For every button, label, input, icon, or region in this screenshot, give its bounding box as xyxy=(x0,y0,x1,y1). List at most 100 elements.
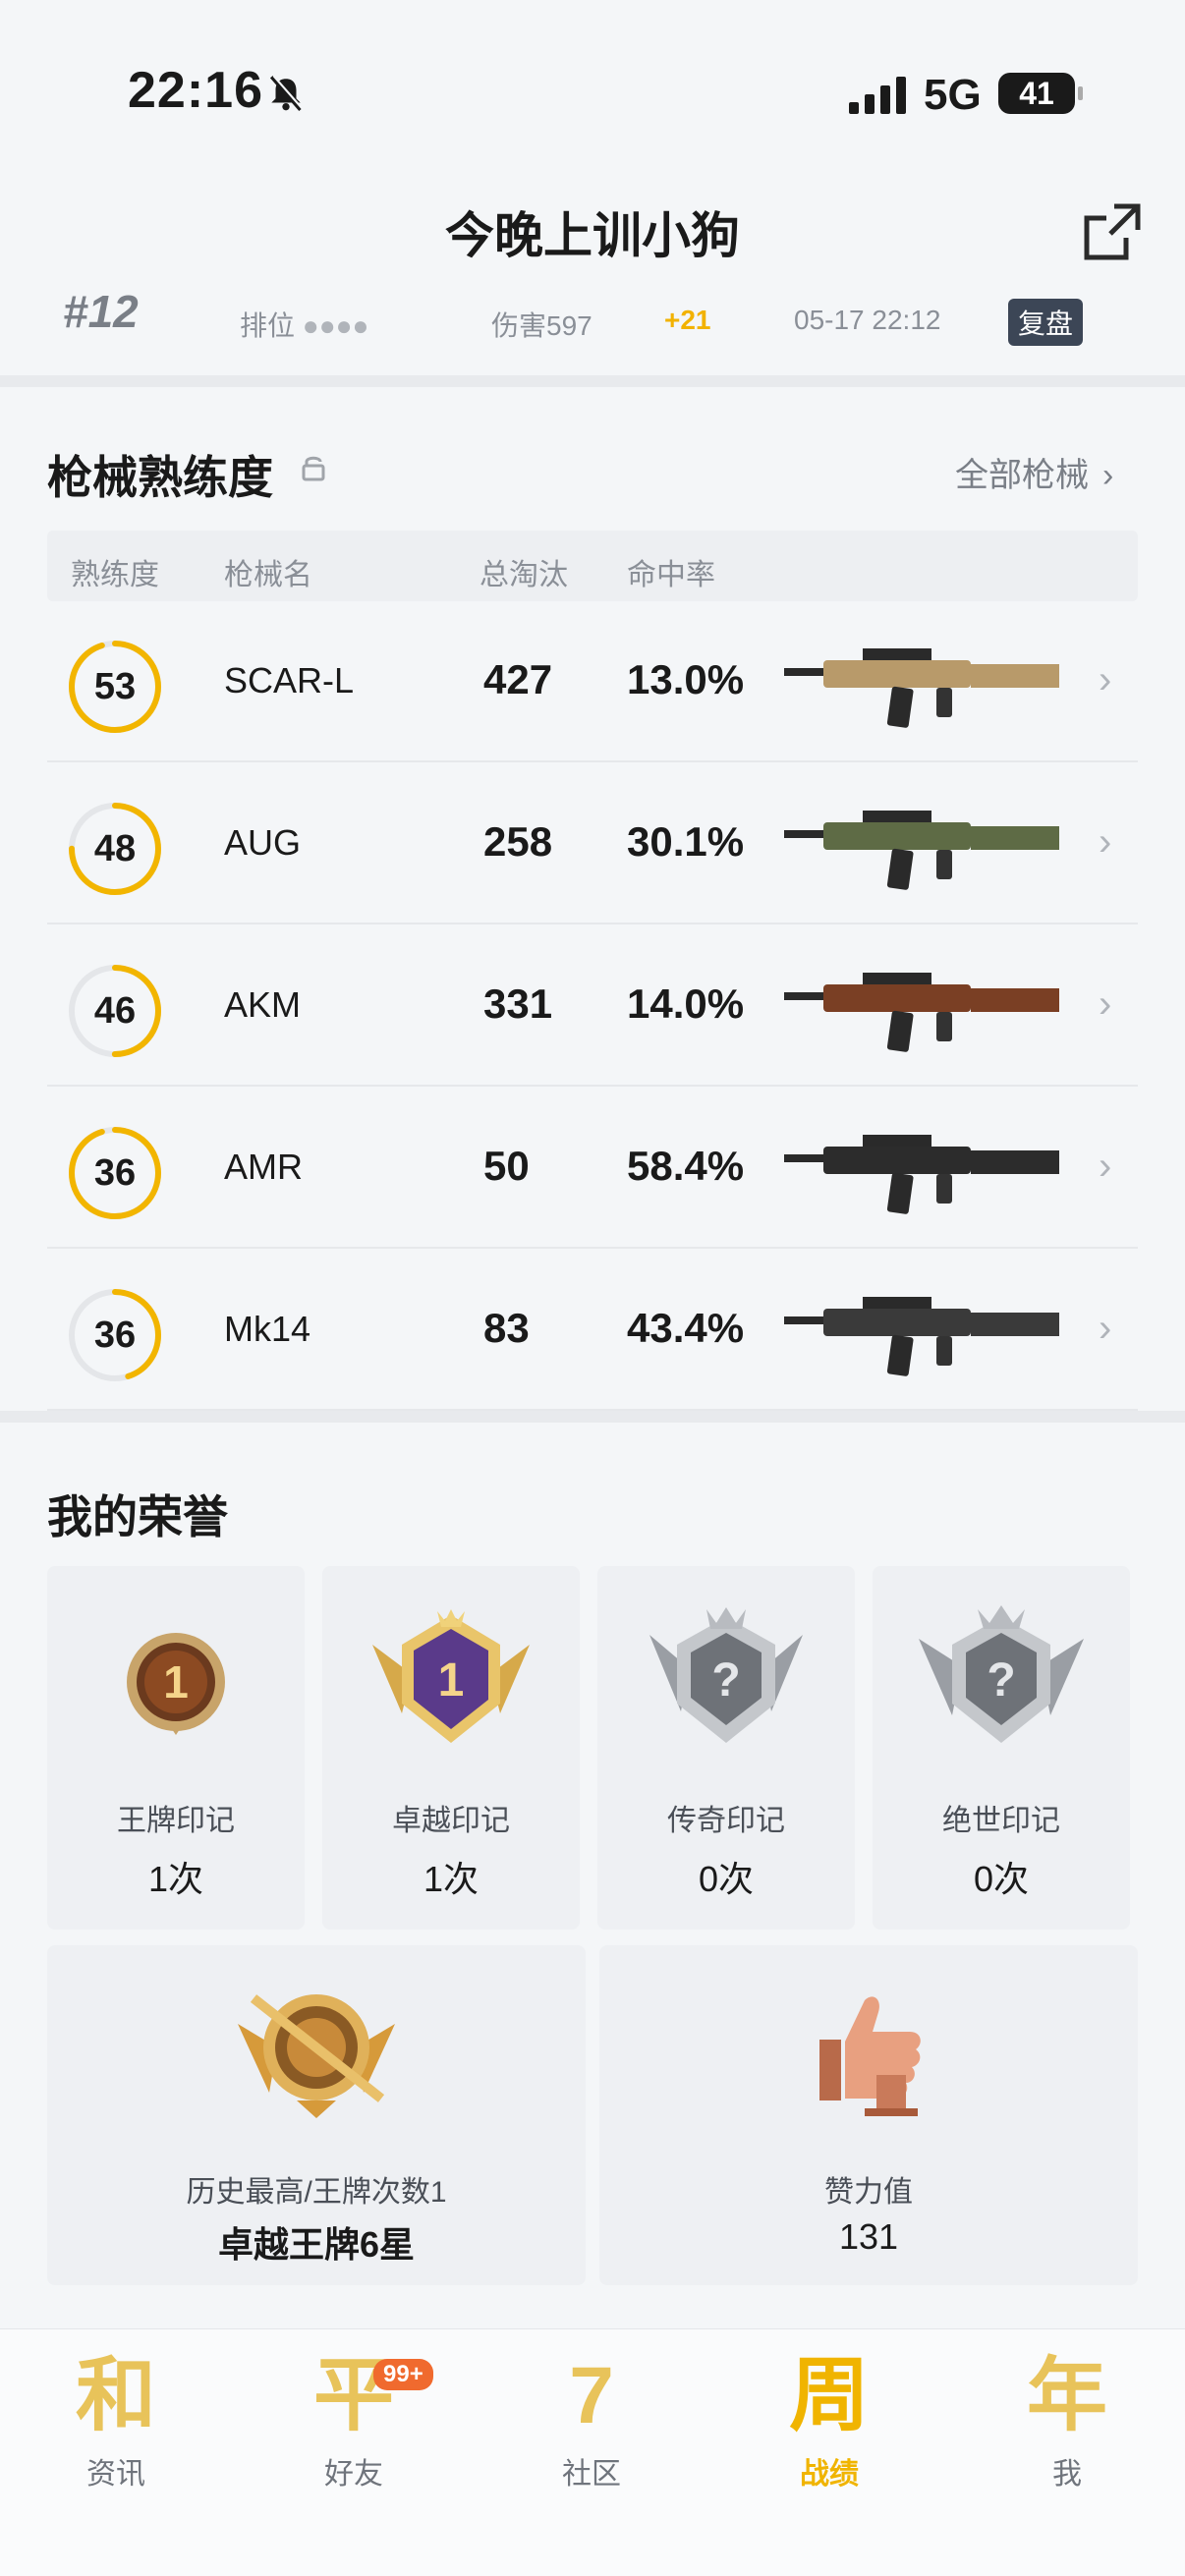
honor-value: 0次 xyxy=(698,1859,755,1899)
honor-card-excellence[interactable]: 1 卓越印记 1次 xyxy=(322,1566,580,1930)
thumbs-up-icon xyxy=(819,1996,921,2116)
tab-news[interactable]: 和 资讯 xyxy=(37,2349,195,2492)
chevron-right-icon: › xyxy=(1099,982,1112,1026)
honor-value: 0次 xyxy=(973,1859,1030,1899)
proficiency-level: 53 xyxy=(93,666,137,707)
friends-badge: 99+ xyxy=(373,2359,433,2390)
chevron-right-icon: › xyxy=(1102,457,1114,494)
weapon-accuracy: 13.0% xyxy=(627,656,745,702)
all-weapons-link[interactable]: 全部枪械 › xyxy=(955,448,1113,496)
honor-card-legend[interactable]: ? 传奇印记 0次 xyxy=(597,1566,855,1930)
weapon-image xyxy=(784,1135,1059,1214)
weapon-kills: 331 xyxy=(483,980,553,1027)
weapon-kills: 50 xyxy=(483,1143,530,1189)
status-time: 22:16 xyxy=(128,62,263,119)
weapons-section-title: 枪械熟练度 xyxy=(47,452,273,503)
page-title: 今晚上训小狗 xyxy=(445,208,740,263)
weapon-row[interactable]: 36 AMR 50 58.4% › xyxy=(47,1088,1138,1249)
weapon-name: AMR xyxy=(224,1147,303,1187)
honor-card-peerless[interactable]: ? 绝世印记 0次 xyxy=(873,1566,1130,1930)
lock-icon[interactable] xyxy=(301,454,326,481)
weapon-image xyxy=(784,973,1059,1052)
match-date: 05-17 22:12 xyxy=(794,305,941,335)
tab-community-icon: 7 xyxy=(569,2351,614,2440)
tab-me[interactable]: 年 我 xyxy=(988,2349,1146,2492)
tab-stats-icon: 周 xyxy=(788,2351,870,2440)
ace-mark-icon: 1 xyxy=(127,1633,225,1735)
network-type: 5G xyxy=(924,71,982,119)
recent-match-row[interactable]: #12 排位 ●●●● 伤害597 +21 05-17 22:12 复盘 xyxy=(0,285,1185,375)
weapon-row[interactable]: 36 Mk14 83 43.4% › xyxy=(47,1250,1138,1411)
match-mode-label: 排位 xyxy=(240,310,296,341)
weapon-row[interactable]: 48 AUG 258 30.1% › xyxy=(47,763,1138,924)
weapon-row[interactable]: 53 SCAR-L 427 13.0% › xyxy=(47,601,1138,762)
weapon-image xyxy=(784,1297,1059,1376)
proficiency-level: 46 xyxy=(93,990,137,1032)
honor-label: 王牌印记 xyxy=(117,1805,235,1837)
bell-muted-icon xyxy=(269,75,304,112)
peerless-mark-symbol: ? xyxy=(987,1654,1015,1707)
weapon-name: SCAR-L xyxy=(224,660,355,700)
highest-tier-card[interactable]: 历史最高/王牌次数1 卓越王牌6星 xyxy=(47,1945,586,2285)
peerless-mark-icon: ? xyxy=(919,1605,1084,1743)
honor-label: 传奇印记 xyxy=(667,1805,785,1837)
tab-friends[interactable]: 平 99+ 好友 xyxy=(275,2349,433,2492)
cellular-signal-icon xyxy=(849,77,906,114)
col-proficiency: 熟练度 xyxy=(71,559,159,591)
honor-label: 绝世印记 xyxy=(942,1805,1060,1837)
tab-news-icon: 和 xyxy=(75,2351,156,2440)
highest-tier-label: 历史最高/王牌次数1 xyxy=(186,2176,447,2209)
match-damage: 伤害597 xyxy=(491,310,592,341)
section-divider xyxy=(0,375,1185,387)
weapon-kills: 427 xyxy=(483,656,553,702)
tab-news-label: 资讯 xyxy=(86,2458,145,2491)
proficiency-level: 48 xyxy=(93,828,137,869)
tab-me-label: 我 xyxy=(1052,2458,1082,2491)
weapon-image xyxy=(784,811,1059,890)
legend-mark-icon: ? xyxy=(649,1607,803,1743)
rating-change: +21 xyxy=(664,305,711,335)
honor-value: 1次 xyxy=(423,1859,480,1899)
excellence-mark-number: 1 xyxy=(438,1654,465,1707)
match-mode: 排位 ●●●● xyxy=(240,305,368,344)
highest-tier-value: 卓越王牌6星 xyxy=(217,2224,416,2265)
weapon-name: AUG xyxy=(224,822,302,863)
tab-friends-label: 好友 xyxy=(324,2458,383,2491)
chevron-right-icon: › xyxy=(1099,1145,1112,1188)
section-divider xyxy=(0,1411,1185,1423)
honor-label: 卓越印记 xyxy=(392,1805,510,1837)
weapon-accuracy: 30.1% xyxy=(627,818,745,865)
tab-me-icon: 年 xyxy=(1026,2351,1107,2440)
proficiency-level: 36 xyxy=(93,1315,137,1356)
honors-section-title: 我的荣誉 xyxy=(47,1491,228,1542)
likes-card[interactable]: 赞力值 131 xyxy=(599,1945,1138,2285)
tab-stats-label: 战绩 xyxy=(800,2458,859,2491)
share-icon[interactable] xyxy=(1081,200,1144,263)
chevron-right-icon: › xyxy=(1099,820,1112,864)
proficiency-level: 36 xyxy=(93,1152,137,1194)
weapon-name: AKM xyxy=(224,984,302,1025)
tab-community-label: 社区 xyxy=(562,2458,621,2491)
weapon-name: Mk14 xyxy=(224,1309,311,1349)
replay-button[interactable]: 复盘 xyxy=(1008,299,1084,346)
weapon-accuracy: 43.4% xyxy=(627,1305,745,1351)
legend-mark-symbol: ? xyxy=(711,1654,740,1707)
ace-mark-number: 1 xyxy=(163,1656,189,1708)
col-accuracy: 命中率 xyxy=(627,559,715,591)
battery-indicator: 41 xyxy=(998,73,1083,114)
match-rank: #12 xyxy=(63,286,139,337)
honor-card-ace[interactable]: 1 王牌印记 1次 xyxy=(47,1566,305,1930)
honor-value: 1次 xyxy=(147,1859,204,1899)
weapon-kills: 83 xyxy=(483,1305,530,1351)
tab-stats[interactable]: 周 战绩 xyxy=(751,2349,908,2492)
weapon-kills: 258 xyxy=(483,818,553,865)
weapon-accuracy: 58.4% xyxy=(627,1143,745,1189)
weapon-accuracy: 14.0% xyxy=(627,980,745,1027)
status-bar: 22:16 5G 41 xyxy=(0,0,1185,187)
col-name: 枪械名 xyxy=(224,559,312,591)
bottom-tab-bar: 和 资讯 平 99+ 好友 7 社区 周 战绩 年 我 xyxy=(0,2328,1185,2576)
weapon-row[interactable]: 46 AKM 331 14.0% › xyxy=(47,925,1138,1087)
likes-value: 131 xyxy=(838,2216,899,2257)
weapon-image xyxy=(784,648,1059,728)
tab-community[interactable]: 7 社区 xyxy=(513,2349,670,2492)
